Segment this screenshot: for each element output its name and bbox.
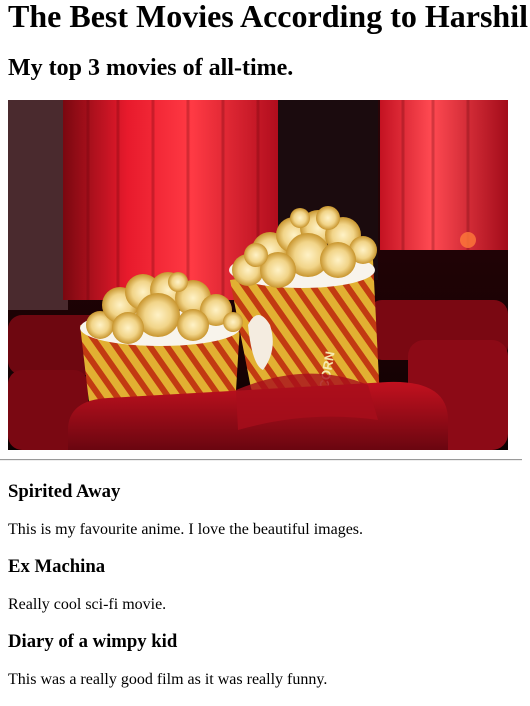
- movie-title-3: Diary of a wimpy kid: [8, 631, 178, 652]
- page-container: The Best Movies According to Harshil My …: [0, 0, 530, 690]
- movie-description-2: Really cool sci-fi movie.: [8, 596, 167, 613]
- page-subtitle: My top 3 movies of all-time.: [8, 55, 294, 81]
- movie-title-1: Spirited Away: [8, 481, 121, 502]
- popcorn-cinema-image: CORN: [8, 100, 508, 450]
- page-title: The Best Movies According to Harshil: [8, 0, 528, 34]
- divider: [0, 459, 522, 461]
- movie-description-3: This was a really good film as it was re…: [8, 671, 328, 688]
- movie-description-1: This is my favourite anime. I love the b…: [8, 521, 364, 538]
- movie-title-2: Ex Machina: [8, 556, 106, 577]
